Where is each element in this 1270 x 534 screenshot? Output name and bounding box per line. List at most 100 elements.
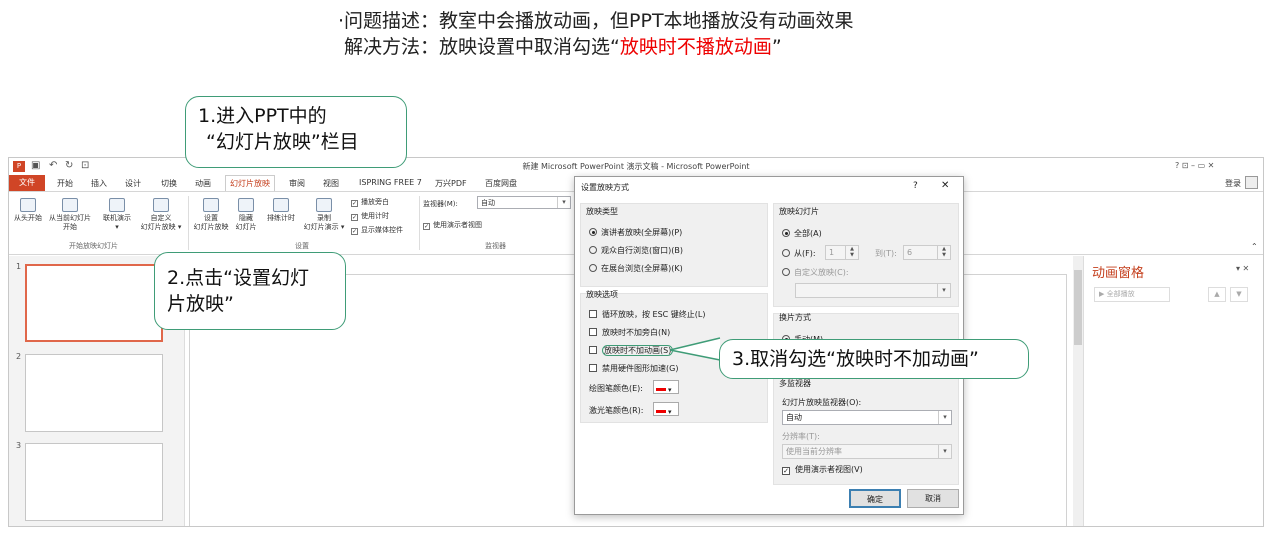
no-animation-checkbox[interactable]: 放映时不加动画(S): [589, 345, 674, 356]
loop-checkbox[interactable]: 循环放映，按 ESC 键终止(L): [589, 309, 706, 320]
tab-home[interactable]: 开始: [57, 178, 73, 189]
collapse-ribbon-icon[interactable]: ⌃: [1251, 242, 1258, 251]
setup-slideshow-label-2: 幻灯片放映: [193, 223, 229, 231]
online-present-arrow: ▾: [115, 223, 119, 231]
hide-slide-label-2: 幻灯片: [235, 223, 257, 231]
from-beginning-button[interactable]: 从头开始: [11, 198, 45, 223]
no-narration-checkbox[interactable]: 放映时不加旁白(N): [589, 327, 670, 338]
setup-slideshow-icon: [203, 198, 219, 212]
presenter-radio[interactable]: 演讲者放映(全屏幕)(P): [589, 227, 682, 238]
tab-review[interactable]: 审阅: [289, 178, 305, 189]
monitor-select[interactable]: 自动 ▾: [477, 196, 571, 209]
chevron-down-icon: ▾: [557, 197, 570, 208]
editor-scrollbar[interactable]: [1073, 256, 1083, 526]
online-present-icon: [109, 198, 125, 212]
tab-view[interactable]: 视图: [323, 178, 339, 189]
show-media-controls-checkbox[interactable]: ✓ 显示媒体控件: [351, 225, 403, 235]
loop-label: 循环放映，按 ESC 键终止(L): [602, 310, 706, 319]
tab-transitions[interactable]: 切换: [161, 178, 177, 189]
show-slides-title: 放映幻灯片: [779, 207, 819, 216]
no-animation-label: 放映时不加动画(S): [602, 345, 674, 356]
online-present-label: 联机演示: [103, 214, 131, 222]
from-slide-radio[interactable]: 从(F):: [782, 248, 816, 259]
online-present-button[interactable]: 联机演示 ▾: [99, 198, 135, 232]
play-all-button[interactable]: ▶ 全部播放: [1094, 287, 1170, 302]
setup-slideshow-button[interactable]: 设置 幻灯片放映: [191, 198, 231, 232]
monitor-select-value: 自动: [481, 199, 495, 207]
move-down-icon[interactable]: ▼: [1230, 287, 1248, 302]
checkbox-checked-icon: ✓: [351, 228, 358, 235]
resolution-select[interactable]: 使用当前分辨率 ▾: [782, 444, 952, 459]
window-controls[interactable]: ? ⊡ – ▭ ✕: [1175, 161, 1214, 170]
no-narration-label: 放映时不加旁白(N): [602, 328, 671, 337]
rehearse-timings-button[interactable]: 排练计时: [263, 198, 299, 223]
radio-icon: [589, 246, 597, 254]
slide-thumbnail-1[interactable]: [25, 264, 163, 342]
animation-pane-close[interactable]: ▾ ✕: [1236, 264, 1249, 273]
chevron-down-icon: ▾: [938, 411, 951, 424]
callout-2-line-1: 2.点击“设置幻灯: [167, 267, 309, 289]
kiosk-radio-label: 在展台浏览(全屏幕)(K): [601, 264, 683, 273]
slide-thumbnail-3[interactable]: [25, 443, 163, 521]
custom-slideshow-label-1: 自定义: [150, 214, 172, 222]
hide-slide-button[interactable]: 隐藏 幻灯片: [231, 198, 261, 232]
setup-slideshow-label-1: 设置: [204, 214, 218, 222]
from-slide-value: 1: [829, 248, 835, 257]
show-monitor-select[interactable]: 自动 ▾: [782, 410, 952, 425]
callout-step-2: 2.点击“设置幻灯 片放映”: [154, 252, 346, 330]
play-narrations-checkbox[interactable]: ✓ 播放旁白: [351, 197, 389, 207]
ok-button[interactable]: 确定: [849, 489, 901, 508]
scrollbar-thumb[interactable]: [1074, 270, 1082, 345]
slide-number: 3: [16, 441, 22, 450]
move-up-icon[interactable]: ▲: [1208, 287, 1226, 302]
login-link[interactable]: 登录: [1225, 178, 1241, 189]
problem-description: ·问题描述：教室中会播放动画，但PPT本地播放没有动画效果 解决方法：放映设置中…: [338, 8, 854, 60]
from-slide-spinner[interactable]: 1 ▲ ▼: [825, 245, 859, 260]
to-slide-spinner[interactable]: 6 ▲ ▼: [903, 245, 951, 260]
checkbox-checked-icon: ✓: [351, 214, 358, 221]
presenter-view-checkbox[interactable]: ✓ 使用演示者视图: [423, 220, 482, 230]
slide-thumbnail-2[interactable]: [25, 354, 163, 432]
all-slides-label: 全部(A): [794, 229, 822, 238]
tab-insert[interactable]: 插入: [91, 178, 107, 189]
record-slideshow-button[interactable]: 录制 幻灯片演示 ▾: [299, 198, 349, 232]
callout-step-3: 3.取消勾选“放映时不加动画”: [719, 339, 1029, 379]
use-timings-label: 使用计时: [361, 212, 389, 220]
dialog-title: 设置放映方式: [581, 183, 629, 192]
tab-design[interactable]: 设计: [125, 178, 141, 189]
use-timings-checkbox[interactable]: ✓ 使用计时: [351, 211, 389, 221]
kiosk-radio[interactable]: 在展台浏览(全屏幕)(K): [589, 263, 683, 274]
custom-show-label: 自定义放映(C):: [794, 268, 849, 277]
tab-slideshow[interactable]: 幻灯片放映: [225, 175, 275, 192]
tab-ispring[interactable]: ISPRING FREE 7: [359, 178, 422, 187]
record-label-2: 幻灯片演示 ▾: [303, 223, 345, 231]
tab-baidu-netdisk[interactable]: 百度网盘: [485, 178, 517, 189]
tab-wondershare-pdf[interactable]: 万兴PDF: [435, 178, 467, 189]
checkbox-checked-icon: ✓: [423, 223, 430, 230]
cancel-button[interactable]: 取消: [907, 489, 959, 508]
custom-show-radio[interactable]: 自定义放映(C):: [782, 267, 849, 278]
avatar[interactable]: [1245, 176, 1258, 189]
browsed-window-radio[interactable]: 观众自行浏览(窗口)(B): [589, 245, 683, 256]
laser-color-swatch-icon: [656, 404, 666, 413]
tab-animations[interactable]: 动画: [195, 178, 211, 189]
from-current-button[interactable]: 从当前幻灯片 开始: [45, 198, 95, 232]
chevron-down-icon: ▾: [937, 284, 950, 297]
group-setup: 设置: [295, 242, 309, 250]
desc-solution-prefix: 解决方法：放映设置中取消勾选“: [344, 36, 620, 58]
disable-hw-accel-checkbox[interactable]: 禁用硬件图形加速(G): [589, 363, 678, 374]
checkbox-icon: [589, 310, 597, 318]
custom-show-select[interactable]: ▾: [795, 283, 951, 298]
laser-color-picker[interactable]: ▾: [653, 402, 679, 416]
browsed-window-label: 观众自行浏览(窗口)(B): [601, 246, 683, 255]
record-icon: [316, 198, 332, 212]
use-presenter-view-checkbox[interactable]: ✓ 使用演示者视图(V): [782, 464, 863, 475]
tab-file[interactable]: 文件: [9, 175, 45, 191]
all-slides-radio[interactable]: 全部(A): [782, 228, 822, 239]
pen-color-picker[interactable]: ▾: [653, 380, 679, 394]
close-icon[interactable]: ✕: [941, 180, 949, 191]
use-presenter-view-label: 使用演示者视图(V): [795, 465, 863, 474]
custom-slideshow-button[interactable]: 自定义 幻灯片放映 ▾: [137, 198, 185, 232]
play-narrations-label: 播放旁白: [361, 198, 389, 206]
help-icon[interactable]: ?: [913, 181, 918, 191]
